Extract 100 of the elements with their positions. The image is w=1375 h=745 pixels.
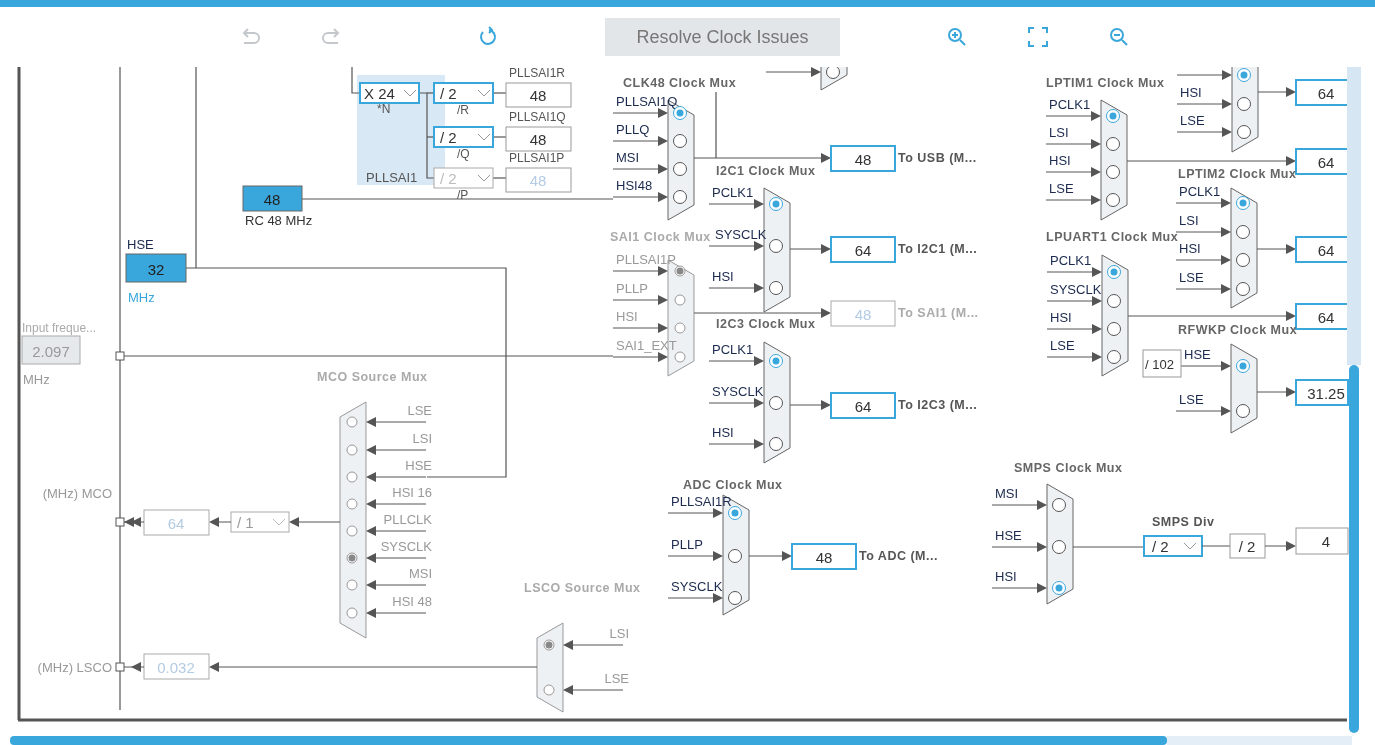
frequency-field: 31.25 — [1295, 379, 1349, 406]
input-label: HSE — [405, 458, 432, 473]
prescaler-field: / 102 — [1142, 349, 1182, 378]
input-label: HSI — [995, 569, 1017, 584]
mux-title: I2C1 Clock Mux — [716, 164, 816, 178]
output-label: To I2C3 (M... — [898, 398, 978, 412]
frequency-field: 0.032 — [143, 653, 210, 680]
input-label: HSI 16 — [392, 485, 432, 500]
output-label: To SAI1 (M... — [898, 306, 979, 320]
input-label: PLLP — [616, 281, 648, 296]
pll-title: PLLSAI1 — [366, 170, 418, 185]
input-label: LSE — [407, 403, 432, 418]
frequency-field: 48 — [242, 185, 303, 212]
source-label: Input freque... — [22, 321, 97, 335]
frequency-field: 48 — [505, 167, 572, 193]
divider-dropdown[interactable]: / 2 — [1143, 535, 1203, 557]
input-label: LSI — [1179, 213, 1199, 228]
source-label: RC 48 MHz — [245, 213, 313, 228]
input-label: PLLP — [671, 537, 703, 552]
mux-title: ADC Clock Mux — [683, 478, 783, 492]
input-label: HSI — [1180, 85, 1202, 100]
frequency-field: 48 — [830, 145, 896, 172]
frequency-field: 48 — [505, 82, 572, 108]
input-label: HSI — [712, 425, 734, 440]
input-label: LSE — [1050, 338, 1075, 353]
input-label: HSI — [712, 269, 734, 284]
input-label: HSI — [1050, 310, 1072, 325]
frequency-field: 64 — [1295, 79, 1349, 106]
mux-title: SMPS Clock Mux — [1014, 461, 1123, 475]
input-label: LSE — [1179, 392, 1204, 407]
divider-label: /R — [457, 103, 469, 117]
input-label: HSI 48 — [392, 594, 432, 609]
input-label: LSE — [1049, 181, 1074, 196]
frequency-field: 48 — [791, 543, 857, 570]
output-label: (MHz) MCO — [42, 486, 112, 501]
input-label: SYSCLK — [380, 539, 432, 554]
mux-title: LPTIM2 Clock Mux — [1178, 167, 1297, 181]
input-label: HSE — [995, 528, 1022, 543]
input-label: MSI — [995, 486, 1019, 501]
source-label: HSE — [127, 237, 154, 252]
input-label: PCLK1 — [1179, 184, 1221, 199]
input-label: PLLSAI1Q — [616, 94, 678, 109]
input-label: PCLK1 — [712, 342, 754, 357]
input-label: HSI48 — [616, 178, 653, 193]
mux-title: RFWKP Clock Mux — [1178, 323, 1298, 337]
output-name: PLLSAI1Q — [509, 110, 566, 124]
unit-label: MHz — [23, 372, 50, 387]
frequency-field: 64 — [830, 236, 896, 263]
input-label: SYSCLK — [712, 384, 764, 399]
input-label: SYSCLK — [715, 227, 767, 242]
mux-title: LPUART1 Clock Mux — [1046, 230, 1179, 244]
divider-dropdown[interactable]: / 2 — [433, 82, 494, 104]
input-label: LSI — [609, 626, 629, 641]
divider-label: /P — [457, 188, 469, 202]
frequency-field: 64 — [143, 509, 210, 536]
mux-title: LPTIM1 Clock Mux — [1046, 76, 1165, 90]
mux-title: I2C3 Clock Mux — [716, 317, 816, 331]
divider-label: /Q — [457, 147, 470, 161]
input-label: LSI — [412, 431, 432, 446]
frequency-field: 64 — [1295, 303, 1349, 330]
input-label: SAI1_EXT — [616, 338, 677, 353]
output-name: PLLSAI1P — [509, 151, 565, 165]
mux-title: CLK48 Clock Mux — [623, 76, 737, 90]
input-label: PCLK1 — [1049, 97, 1091, 112]
input-label: SYSCLK — [1050, 282, 1102, 297]
input-label: LSE — [1180, 113, 1205, 128]
mux-title: MCO Source Mux — [317, 370, 428, 384]
input-label: SYSCLK — [671, 579, 723, 594]
output-label: (MHz) LSCO — [37, 660, 112, 675]
input-label: HSI — [1049, 153, 1071, 168]
input-label: LSI — [1049, 125, 1069, 140]
input-label: PCLK1 — [1050, 253, 1092, 268]
multiplier-label: *N — [377, 102, 391, 116]
frequency-field[interactable]: 32 — [125, 253, 187, 283]
unit-label: MHz — [128, 290, 155, 305]
input-label: LSE — [604, 671, 629, 686]
input-label: PLLQ — [616, 122, 650, 137]
input-label: LSE — [1179, 270, 1204, 285]
output-label: To USB (M... — [898, 151, 977, 165]
output-label: To I2C1 (M... — [898, 242, 978, 256]
input-label: HSI — [616, 309, 638, 324]
frequency-field: 48 — [830, 300, 896, 327]
multiplier-dropdown[interactable]: X 24 — [359, 82, 420, 104]
output-name: PLLSAI1R — [509, 67, 566, 80]
input-label: PLLSAI1R — [671, 494, 732, 509]
divider-dropdown[interactable]: / 2 — [433, 126, 494, 148]
frequency-field: 64 — [1295, 148, 1349, 175]
input-label: MSI — [616, 150, 640, 165]
output-label: To ADC (M... — [859, 549, 938, 563]
mux-title: LSCO Source Mux — [524, 581, 641, 595]
input-label: HSE — [1184, 347, 1211, 362]
input-label: PLLCLK — [383, 512, 432, 527]
resolve-button[interactable]: Resolve Clock Issues — [605, 18, 840, 56]
divider-field: / 2 — [1229, 533, 1266, 559]
frequency-field: 64 — [830, 392, 896, 419]
frequency-field: 48 — [505, 126, 572, 152]
frequency-field: 64 — [1295, 236, 1349, 263]
mux-title: SAI1 Clock Mux — [610, 230, 711, 244]
input-label: PCLK1 — [712, 185, 754, 200]
input-label: MSI — [408, 566, 432, 581]
